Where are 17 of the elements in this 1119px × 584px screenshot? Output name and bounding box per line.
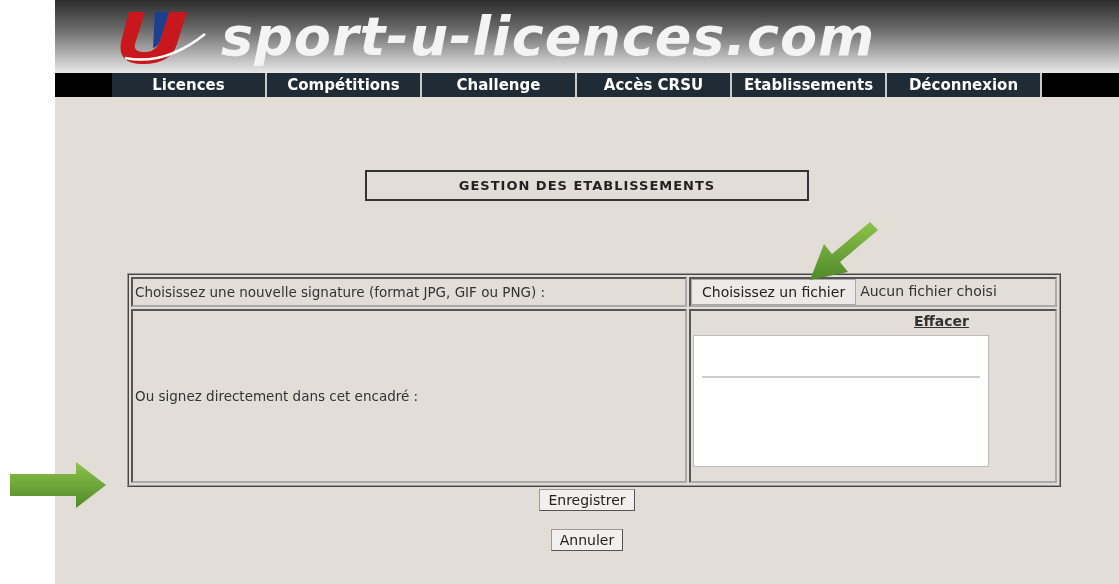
form-button[interactable]: Annuler [550, 529, 624, 551]
nav-tab[interactable]: Déconnexion [887, 73, 1042, 97]
form-button[interactable]: Enregistrer [539, 489, 635, 511]
choose-file-button[interactable]: Choisissez un fichier [691, 279, 857, 305]
nav-tab[interactable]: Accès CRSU [577, 73, 732, 97]
site-name: sport-u-licences.com [221, 6, 876, 67]
upload-label: Choisissez une nouvelle signature (format JPG, GIF ou PNG) : [131, 277, 687, 307]
nav-tab[interactable]: Licences [112, 73, 267, 97]
draw-label: Ou signez directement dans cet encadré : [135, 388, 419, 404]
nav-tab[interactable]: Challenge [422, 73, 577, 97]
page-title: GESTION DES ETABLISSEMENTS [365, 170, 809, 201]
nav-tab[interactable]: Compétitions [267, 73, 422, 97]
file-status: Aucun fichier choisi [859, 282, 998, 301]
arrow-icon [10, 462, 106, 508]
nav-tab[interactable]: Etablissements [732, 73, 887, 97]
clear-link[interactable]: Effacer [913, 313, 969, 329]
signature-pad[interactable] [693, 335, 989, 467]
